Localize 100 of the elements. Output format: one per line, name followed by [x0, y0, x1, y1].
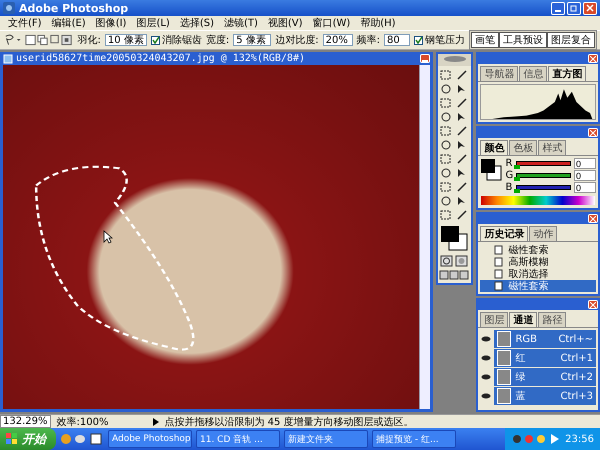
zoom-field[interactable]: 132.29%	[0, 415, 50, 428]
close-button[interactable]	[583, 2, 597, 14]
eye-icon	[481, 374, 492, 380]
taskbar-button[interactable]: 新建文件夹	[284, 430, 368, 448]
triangle-icon[interactable]	[152, 418, 158, 426]
panel-tab[interactable]: 信息	[519, 66, 548, 81]
tool-icon[interactable]	[455, 69, 470, 81]
restore-button[interactable]	[567, 2, 581, 14]
taskbar-button[interactable]: 捕捉预览 - 红...	[372, 430, 456, 448]
menu-item[interactable]: 滤镜(T)	[224, 16, 258, 30]
screen-mode-icon[interactable]	[439, 270, 470, 280]
menu-item[interactable]: 窗口(W)	[312, 16, 350, 30]
panel-tab[interactable]: 历史记录	[480, 226, 528, 241]
channel-row[interactable]: 蓝 Ctrl+3	[494, 387, 596, 405]
panel-tab[interactable]: 样式	[538, 140, 566, 155]
panel-tab[interactable]: 路径	[538, 312, 566, 327]
color-slider[interactable]	[516, 161, 572, 166]
close-button[interactable]	[588, 300, 598, 309]
channel-row[interactable]: RGB Ctrl+~	[494, 330, 596, 348]
slider-thumb[interactable]	[514, 189, 520, 193]
color-spectrum[interactable]	[481, 196, 596, 205]
tool-icon[interactable]	[455, 181, 470, 193]
panel-tab[interactable]: 颜色	[480, 140, 508, 155]
tool-icon[interactable]	[439, 195, 454, 207]
lasso-icon[interactable]	[3, 33, 22, 47]
shortcut-label: Ctrl+1	[560, 352, 594, 364]
value-field[interactable]: 0	[574, 158, 596, 169]
close-button[interactable]	[588, 54, 598, 63]
tool-icon[interactable]	[439, 111, 454, 123]
efficiency-label: 效率:100%	[56, 416, 110, 428]
value-field[interactable]: 0	[574, 170, 596, 181]
selection-mode-icon[interactable]	[25, 33, 74, 47]
panel-tab[interactable]: 直方图	[548, 66, 586, 81]
taskbar-button[interactable]: 11. CD 音轨 ...	[196, 430, 280, 448]
history-item[interactable]: 磁性套索	[480, 280, 596, 292]
close-button[interactable]	[588, 128, 598, 137]
tool-icon[interactable]	[439, 83, 454, 95]
menu-item[interactable]: 选择(S)	[180, 16, 214, 30]
channel-row[interactable]: 红 Ctrl+1	[494, 349, 596, 367]
close-icon	[586, 4, 594, 12]
channel-row[interactable]: 绿 Ctrl+2	[494, 368, 596, 386]
tool-icon[interactable]	[439, 209, 454, 221]
value-field[interactable]: 0	[574, 182, 596, 193]
checkmark-icon	[415, 36, 422, 44]
menu-item[interactable]: 图层(L)	[136, 16, 170, 30]
slider-thumb[interactable]	[514, 165, 520, 169]
tool-icon[interactable]	[439, 153, 454, 165]
close-button[interactable]	[588, 214, 598, 223]
pen-pressure-checkbox[interactable]: 钢笔压力	[414, 33, 465, 47]
slider-thumb[interactable]	[514, 177, 520, 181]
tool-icon[interactable]	[439, 139, 454, 151]
quick-launch-icons[interactable]	[60, 432, 104, 446]
contrast-field[interactable]: 20%	[322, 34, 353, 46]
tool-icon[interactable]	[439, 181, 454, 193]
minimize-button[interactable]	[551, 2, 565, 14]
tool-icon[interactable]	[439, 167, 454, 179]
palette-tab[interactable]: 图层复合	[547, 32, 595, 48]
menu-item[interactable]: 文件(F)	[8, 16, 42, 30]
feather-field[interactable]: 10 像素	[104, 34, 147, 46]
panel-tab[interactable]: 导航器	[480, 66, 518, 81]
thumbnail-placeholder	[497, 350, 512, 366]
quick-mask-icon[interactable]	[439, 255, 470, 267]
color-slider[interactable]	[516, 185, 572, 190]
menu-item[interactable]: 图像(I)	[96, 16, 126, 30]
scrollbar[interactable]	[418, 65, 430, 409]
tool-icon[interactable]	[439, 97, 454, 109]
tool-icon[interactable]	[439, 125, 454, 137]
panel-tab[interactable]: 动作	[529, 226, 558, 241]
panel-tab[interactable]: 通道	[509, 312, 538, 327]
palette-tab[interactable]: 画笔	[471, 32, 499, 48]
width-field[interactable]: 5 像素	[233, 34, 272, 46]
antialias-checkbox[interactable]: 消除锯齿	[150, 33, 202, 47]
history-item[interactable]: 取消选择	[480, 268, 596, 280]
tool-icon[interactable]	[455, 97, 470, 109]
eye-icon	[481, 393, 492, 399]
minimize-button[interactable]	[420, 54, 430, 63]
cursor-icon	[102, 230, 113, 244]
panel-tab[interactable]: 图层	[480, 312, 508, 327]
history-item[interactable]: 高斯模糊	[480, 256, 596, 268]
frequency-field[interactable]: 80	[384, 34, 410, 46]
color-swatches-icon[interactable]	[439, 224, 470, 252]
channel-label: R	[505, 158, 514, 169]
menu-item[interactable]: 视图(V)	[268, 16, 303, 30]
tool-icon[interactable]	[455, 125, 470, 137]
color-swatches-icon[interactable]	[480, 158, 502, 182]
tool-icon[interactable]	[455, 153, 470, 165]
eye-icon	[481, 336, 492, 342]
contrast-label: 边对比度:	[275, 34, 319, 47]
tool-icon[interactable]	[439, 69, 454, 81]
menu-item[interactable]: 帮助(H)	[360, 16, 396, 30]
taskbar-button[interactable]: Adobe Photoshop	[108, 430, 192, 448]
palette-tab[interactable]: 工具预设	[499, 32, 547, 48]
tray-icons[interactable]	[511, 433, 562, 445]
channel-name: RGB	[515, 334, 538, 344]
panel-tab[interactable]: 色板	[509, 140, 538, 155]
tool-icon[interactable]	[455, 209, 470, 221]
menu-item[interactable]: 编辑(E)	[52, 16, 86, 30]
restore-icon	[570, 4, 578, 12]
color-slider[interactable]	[516, 173, 572, 178]
history-item[interactable]: 磁性套索	[480, 244, 596, 256]
